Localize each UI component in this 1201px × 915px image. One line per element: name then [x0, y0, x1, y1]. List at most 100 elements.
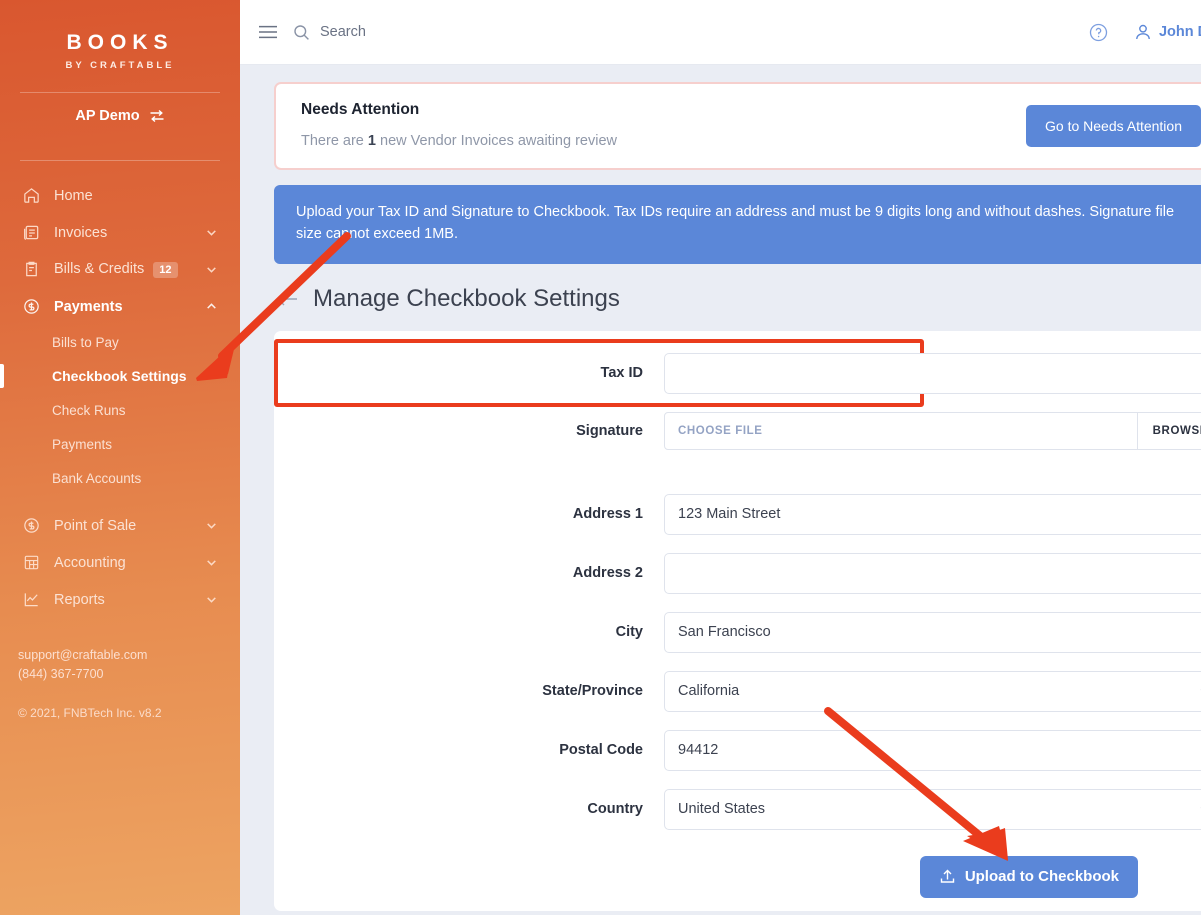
app-root: BOOKS BY CRAFTABLE AP Demo Home Invoices…: [0, 0, 1201, 915]
accounting-icon: [24, 555, 39, 570]
postal-control: [664, 729, 1201, 771]
file-upload-box[interactable]: CHOOSE FILE BROWSE: [664, 411, 1201, 450]
chosen-file-label: CHOOSE FILE: [678, 424, 763, 437]
sidebar-item-accounting[interactable]: Accounting: [0, 544, 240, 581]
sidebar-item-label: Checkbook Settings: [52, 368, 187, 384]
tax-id-input[interactable]: [664, 352, 1201, 394]
topbar-right: John Doe: [1089, 23, 1201, 42]
support-info: support@craftable.com (844) 367-7700: [0, 646, 240, 684]
sidebar-item-payments-list[interactable]: Payments: [0, 427, 240, 461]
sidebar-item-point-of-sale[interactable]: Point of Sale: [0, 507, 240, 544]
sidebar-item-invoices[interactable]: Invoices: [0, 214, 240, 251]
chevron-down-icon: [207, 597, 216, 603]
address1-label: Address 1: [572, 506, 643, 523]
swap-icon: [150, 109, 164, 123]
postal-input[interactable]: [664, 729, 1201, 771]
page-title: Manage Checkbook Settings: [313, 284, 620, 312]
attention-text-before: There are: [301, 133, 368, 149]
sidebar-item-payments[interactable]: Payments: [0, 288, 240, 325]
search-icon: [294, 24, 309, 40]
brand-logo[interactable]: BOOKS BY CRAFTABLE: [0, 0, 240, 71]
sidebar-item-check-runs[interactable]: Check Runs: [0, 393, 240, 427]
country-label: Country: [587, 801, 643, 818]
tenant-switcher[interactable]: AP Demo: [0, 93, 240, 139]
sidebar-item-bills-credits[interactable]: Bills & Credits 12: [0, 251, 240, 288]
signature-control: CHOOSE FILE BROWSE: [664, 411, 1201, 450]
city-label: City: [615, 624, 643, 641]
page-header: Manage Checkbook Settings: [276, 285, 1201, 313]
status-badge: 12: [153, 261, 178, 279]
chevron-up-icon: [207, 303, 216, 309]
sidebar-item-bills-to-pay[interactable]: Bills to Pay: [0, 325, 240, 359]
chevron-down-icon: [207, 267, 216, 273]
chevron-down-icon: [207, 523, 216, 529]
sidebar-item-label: Payments: [52, 436, 113, 452]
sidebar-item-checkbook-settings[interactable]: Checkbook Settings: [0, 359, 240, 393]
copyright: © 2021, FNBTech Inc. v8.2: [18, 705, 162, 720]
main-area: John Doe Needs Attention There are 1 new…: [240, 0, 1201, 915]
go-to-needs-attention-button[interactable]: Go to Needs Attention: [1026, 105, 1201, 147]
address2-input[interactable]: [664, 552, 1201, 594]
upload-button-label: Upload to Checkbook: [964, 868, 1119, 886]
sidebar-item-label: Accounting: [54, 554, 126, 571]
sidebar-item-label: Reports: [54, 591, 105, 608]
country-control: [664, 788, 1201, 830]
sidebar-item-label: Bills & Credits 12: [54, 260, 205, 279]
sidebar-item-label: Bills to Pay: [52, 334, 119, 350]
state-label: State/Province: [542, 683, 643, 700]
tenant-label: AP Demo: [75, 108, 140, 124]
form-spacer: [274, 468, 1201, 494]
bills-icon: [26, 261, 37, 277]
address2-control: [664, 552, 1201, 594]
search-input[interactable]: [320, 24, 620, 40]
sidebar-item-label: Home: [54, 187, 93, 204]
state-select[interactable]: [664, 670, 1201, 712]
tax-id-control: [664, 352, 1201, 394]
address2-row: Address 2: [274, 552, 1201, 594]
search-box[interactable]: [293, 24, 620, 41]
page-content: Needs Attention There are 1 new Vendor I…: [240, 65, 1201, 915]
sidebar-item-text: Bills & Credits: [54, 260, 145, 277]
avatar-icon: [1136, 24, 1150, 40]
browse-button[interactable]: BROWSE: [1136, 412, 1201, 449]
invoice-icon: [24, 225, 39, 240]
sidebar: BOOKS BY CRAFTABLE AP Demo Home Invoices…: [0, 0, 240, 915]
support-phone: (844) 367-7700: [18, 666, 104, 681]
upload-icon: [940, 869, 955, 884]
postal-label: Postal Code: [559, 742, 643, 759]
address2-label: Address 2: [572, 565, 643, 582]
postal-row: Postal Code: [274, 729, 1201, 771]
city-input[interactable]: [664, 611, 1201, 653]
sidebar-item-label: Invoices: [54, 224, 108, 241]
needs-attention-card: Needs Attention There are 1 new Vendor I…: [274, 82, 1201, 170]
topbar: John Doe: [240, 0, 1201, 65]
submit-row: Upload to Checkbook: [274, 848, 1201, 898]
attention-count: 1: [367, 133, 376, 149]
home-icon: [24, 188, 39, 203]
dollar-icon: [24, 518, 39, 533]
address1-row: Address 1: [274, 493, 1201, 535]
attention-text-after: new Vendor Invoices awaiting review: [375, 133, 617, 149]
country-row: Country: [274, 788, 1201, 830]
brand-subtitle: BY CRAFTABLE: [65, 60, 175, 71]
state-row: State/Province: [274, 670, 1201, 712]
back-arrow-icon[interactable]: [276, 291, 298, 307]
sidebar-item-label: Point of Sale: [54, 517, 137, 534]
sidebar-item-bank-accounts[interactable]: Bank Accounts: [0, 461, 240, 495]
tenant-divider: [20, 160, 220, 161]
tax-id-row: Tax ID: [274, 338, 1201, 407]
main-nav: Home Invoices Bills & Credits 12 Payment…: [0, 177, 240, 618]
user-menu[interactable]: John Doe: [1134, 23, 1201, 41]
support-email[interactable]: support@craftable.com: [18, 646, 240, 665]
hamburger-icon[interactable]: [258, 25, 278, 39]
sidebar-item-reports[interactable]: Reports: [0, 581, 240, 618]
upload-to-checkbook-button[interactable]: Upload to Checkbook: [919, 855, 1138, 898]
address1-input[interactable]: [664, 493, 1201, 535]
chevron-down-icon: [207, 230, 216, 236]
sidebar-item-home[interactable]: Home: [0, 177, 240, 214]
help-icon[interactable]: [1089, 23, 1108, 42]
sidebar-item-label: Bank Accounts: [52, 470, 142, 486]
country-select[interactable]: [664, 788, 1201, 830]
city-row: City: [274, 611, 1201, 653]
address1-control: [664, 493, 1201, 535]
